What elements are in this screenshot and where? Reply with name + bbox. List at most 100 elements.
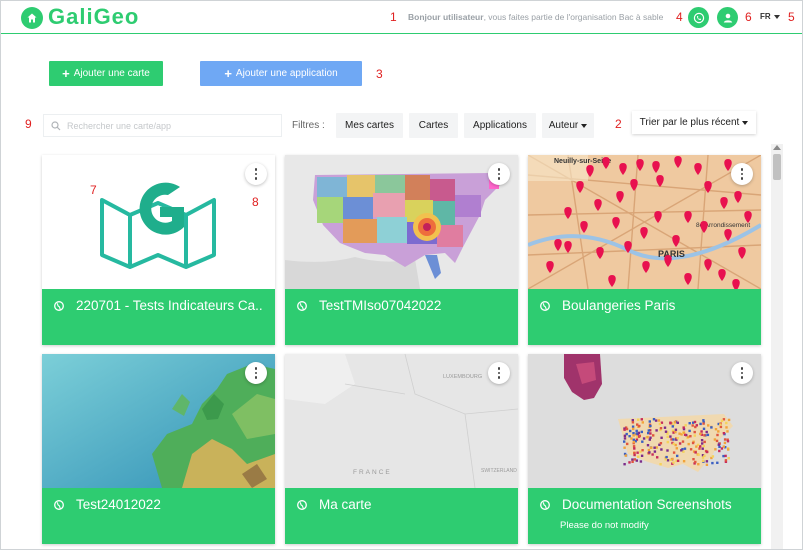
county-cell <box>632 427 635 431</box>
county-cell <box>703 454 706 457</box>
card-subtitle: Please do not modify <box>560 520 649 531</box>
map-card[interactable]: Neuilly-sur-Seine PARIS 8e Arrondissemen… <box>528 155 761 345</box>
sort-dropdown[interactable]: Trier par le plus récent <box>632 111 756 134</box>
card-title[interactable]: Ma carte <box>297 497 506 512</box>
county-cell <box>684 424 687 427</box>
county-cell <box>700 439 704 442</box>
kebab-dot <box>497 168 501 171</box>
county-cell <box>726 440 730 443</box>
card-title[interactable]: Documentation Screenshots <box>540 497 749 512</box>
card-menu-button[interactable] <box>488 163 510 185</box>
county-cell <box>705 430 708 434</box>
filters-label: Filtres : <box>292 120 325 131</box>
county-cell <box>697 453 700 456</box>
county-cell <box>725 421 728 425</box>
county-cell <box>702 419 705 422</box>
map-card[interactable]: LUXEMBOURG FRANCE SWITZERLAND Ma carte <box>285 354 518 544</box>
card-menu-button[interactable] <box>245 163 267 185</box>
kebab-dot <box>254 172 258 176</box>
add-map-button[interactable]: + Ajouter une carte <box>49 61 163 86</box>
filter-author-label: Auteur <box>548 120 579 131</box>
county-cell <box>633 447 636 450</box>
county-cell <box>656 456 659 459</box>
county-cell <box>636 451 639 454</box>
county-cell <box>699 445 702 448</box>
county-cell <box>674 428 678 431</box>
county-cell <box>635 429 638 433</box>
county-cell <box>660 448 663 451</box>
card-menu-button[interactable] <box>731 163 753 185</box>
county-cell <box>648 451 651 454</box>
county-cell <box>666 435 669 438</box>
county-cell <box>720 419 724 422</box>
kebab-dot <box>497 177 501 180</box>
filter-author-dropdown[interactable]: Auteur <box>542 113 594 138</box>
map-card[interactable]: 7 8 220701 - Tests Indicateurs Ca... <box>42 155 275 345</box>
card-menu-button[interactable] <box>245 362 267 384</box>
county-cell <box>719 425 723 429</box>
county-cell <box>719 423 722 426</box>
kebab-dot <box>740 371 744 375</box>
county-cell <box>641 449 644 452</box>
card-title-text: 220701 - Tests Indicateurs Ca... <box>76 298 263 313</box>
county-cell <box>682 450 685 453</box>
county-cell <box>688 422 691 425</box>
card-title[interactable]: Boulangeries Paris <box>540 298 749 313</box>
card-menu-button[interactable] <box>731 362 753 384</box>
county-cell <box>726 430 729 433</box>
county-cell <box>664 430 668 433</box>
county-cell <box>632 432 635 435</box>
county-cell <box>682 431 686 434</box>
filter-applications[interactable]: Applications <box>464 113 536 138</box>
scroll-up-arrow-icon[interactable] <box>773 145 781 150</box>
add-map-label: Ajouter une carte <box>73 68 150 79</box>
county-cell <box>705 460 709 463</box>
card-title[interactable]: TestTMIso07042022 <box>297 298 506 313</box>
county-cell <box>695 424 698 427</box>
county-cell <box>723 438 727 441</box>
county-cell <box>669 421 672 424</box>
filter-maps[interactable]: Cartes <box>409 113 458 138</box>
map-card[interactable]: Documentation Screenshots Please do not … <box>528 354 761 544</box>
scrollbar-thumb[interactable] <box>773 154 781 180</box>
county-cell <box>727 457 730 460</box>
map-label-luxembourg: LUXEMBOURG <box>443 374 482 380</box>
map-card[interactable]: TestTMIso07042022 <box>285 155 518 345</box>
county-cell <box>692 458 695 461</box>
add-application-button[interactable]: + Ajouter une application <box>200 61 362 86</box>
user-account-button[interactable] <box>717 7 738 28</box>
county-cell <box>675 447 678 450</box>
card-title[interactable]: 220701 - Tests Indicateurs Ca... <box>54 298 263 313</box>
kebab-dot <box>740 367 744 370</box>
support-button[interactable] <box>688 7 709 28</box>
county-cell <box>702 427 706 430</box>
home-button[interactable] <box>21 7 43 29</box>
language-selector[interactable]: FR <box>760 12 780 21</box>
map-card[interactable]: Test24012022 <box>42 354 275 544</box>
county-cell <box>673 421 677 424</box>
county-cell <box>687 442 690 446</box>
county-cell <box>637 431 641 435</box>
filter-my-maps[interactable]: Mes cartes <box>336 113 403 138</box>
search-box[interactable] <box>43 114 282 137</box>
county-cell <box>698 447 701 450</box>
scrollbar[interactable] <box>771 144 783 549</box>
county-cell <box>718 445 721 448</box>
county-cell <box>659 463 662 466</box>
annotation-9: 9 <box>25 117 32 131</box>
kebab-dot <box>497 172 501 176</box>
annotation-4: 4 <box>676 10 683 24</box>
county-cell <box>649 432 652 435</box>
app-logo[interactable]: GaliGeo <box>48 4 139 30</box>
card-footer: Documentation Screenshots Please do not … <box>528 488 761 544</box>
card-menu-button[interactable] <box>488 362 510 384</box>
county-cell <box>681 440 685 443</box>
card-title[interactable]: Test24012022 <box>54 497 263 512</box>
county-cell <box>710 426 713 429</box>
county-cell <box>678 442 682 445</box>
chevron-down-icon <box>742 120 749 125</box>
county-cell <box>647 431 650 435</box>
search-input[interactable] <box>67 120 267 131</box>
card-footer: Ma carte <box>285 488 518 544</box>
card-title-text: Documentation Screenshots <box>562 497 732 512</box>
